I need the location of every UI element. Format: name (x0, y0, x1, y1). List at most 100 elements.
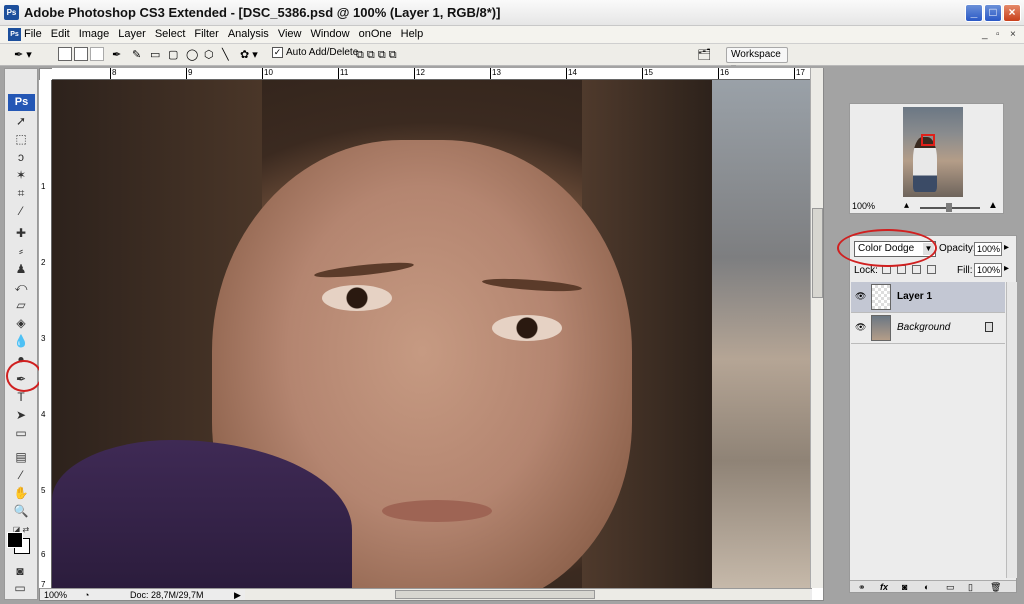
menu-image[interactable]: Image (79, 28, 110, 40)
blend-mode-highlight-circle (837, 229, 937, 267)
history-brush-icon[interactable]: ⤺ (11, 279, 31, 296)
status-menu-arrow-icon[interactable]: ▶ (234, 589, 241, 601)
rectangle-shape-icon[interactable]: ▭ (150, 47, 160, 63)
trash-icon[interactable]: 🗑 (990, 581, 1001, 593)
healing-icon[interactable]: ✚ (11, 225, 31, 242)
maximize-button[interactable]: □ (984, 4, 1002, 22)
menu-analysis[interactable]: Analysis (228, 28, 269, 40)
shape-icon[interactable]: ▭ (11, 425, 31, 442)
menu-layer[interactable]: Layer (118, 28, 146, 40)
ruler-tick: 10 (262, 68, 273, 79)
marquee-icon[interactable]: ⬚ (11, 131, 31, 148)
doc-restore-icon[interactable]: ▫ (996, 29, 1000, 40)
menu-select[interactable]: Select (155, 28, 186, 40)
eyedropper-icon[interactable]: ⁄ (11, 467, 31, 484)
status-doc-size: Doc: 28,7M/29,7M (130, 590, 204, 600)
opacity-field[interactable]: 100% (974, 242, 1002, 256)
eraser-icon[interactable]: ▱ (11, 297, 31, 314)
menu-onone[interactable]: onOne (359, 28, 392, 40)
fill-arrow-icon[interactable]: ▸ (1004, 263, 1009, 274)
workspace-dropdown[interactable]: Workspace ▾ (726, 47, 788, 74)
rounded-rectangle-icon[interactable]: ▢ (168, 47, 178, 63)
doc-close-icon[interactable]: × (1010, 29, 1016, 40)
line-icon[interactable]: ╲ (222, 47, 229, 63)
zoom-icon[interactable]: 🔍 (11, 503, 31, 520)
image-canvas[interactable] (52, 80, 810, 588)
status-zoom[interactable]: 100% (44, 589, 67, 601)
vertical-scroll-thumb[interactable] (812, 208, 823, 298)
polygon-icon[interactable]: ⬡ (204, 47, 214, 63)
navigator-thumbnail[interactable] (903, 107, 963, 197)
link-layers-icon[interactable]: ⚭ (858, 581, 866, 593)
minimize-button[interactable]: _ (965, 4, 983, 22)
path-combine-icon[interactable]: ⧉ ⧉ ⧉ ⧉ (356, 47, 397, 63)
status-icon[interactable]: ◔ (84, 589, 89, 601)
menu-filter[interactable]: Filter (194, 28, 218, 40)
quick-mask-icon[interactable]: ◙ (10, 563, 30, 580)
lock-all-icon[interactable] (927, 265, 936, 274)
move-icon[interactable]: ➚ (11, 113, 31, 130)
vertical-scrollbar[interactable] (810, 68, 823, 588)
menu-edit[interactable]: Edit (51, 28, 70, 40)
document-icon[interactable]: Ps (8, 28, 21, 41)
doc-minimize-icon[interactable]: _ (982, 29, 988, 40)
ruler-tick: 15 (642, 68, 653, 79)
visibility-eye-icon[interactable]: 👁 (855, 323, 866, 332)
ruler-tick: 8 (109, 68, 117, 79)
layers-scrollbar[interactable] (1006, 282, 1017, 578)
freeform-pen-icon[interactable]: ✎ (132, 47, 141, 63)
pen-option-icon[interactable]: ✒ (112, 47, 121, 63)
foreground-color-swatch[interactable] (7, 532, 23, 548)
horizontal-scrollbar[interactable] (245, 589, 810, 600)
blur-icon[interactable]: 💧 (11, 333, 31, 350)
menu-file[interactable]: File (24, 28, 42, 40)
fill-pixels-icon[interactable] (90, 47, 104, 63)
bucket-icon[interactable]: ◈ (11, 315, 31, 332)
custom-shape-icon[interactable]: ✿ ▾ (240, 47, 258, 63)
ellipse-icon[interactable]: ◯ (186, 47, 198, 63)
crop-icon[interactable]: ⌗ (11, 185, 31, 202)
menu-help[interactable]: Help (401, 28, 424, 40)
auto-add-delete[interactable]: ✓ Auto Add/Delete (272, 47, 358, 58)
shape-layers-icon[interactable] (58, 47, 72, 63)
path-select-icon[interactable]: ➤ (11, 407, 31, 424)
new-layer-icon[interactable]: ▯ (968, 581, 973, 593)
tools-palette: Ps ➚ ⬚ ↄ ✶ ⌗ ⁄ ✚ ⸗ ♟ ⤺ ▱ ◈ 💧 ● ✒ T ➤ ▭ ▤… (4, 68, 38, 600)
menu-window[interactable]: Window (310, 28, 349, 40)
fill-field[interactable]: 100% (974, 263, 1002, 277)
adjustment-layer-icon[interactable]: ◐ (924, 581, 929, 593)
menu-view[interactable]: View (278, 28, 302, 40)
layer-row-background[interactable]: 👁 Background (851, 313, 1005, 344)
magic-wand-icon[interactable]: ✶ (11, 167, 31, 184)
layer-style-fx-icon[interactable]: fx (880, 581, 888, 593)
tool-preset-pen-icon[interactable]: ✒ ▾ (14, 47, 32, 63)
layer-name: Background (897, 322, 951, 333)
layer-row-layer-1[interactable]: 👁 Layer 1 (851, 282, 1005, 313)
stamp-icon[interactable]: ♟ (11, 261, 31, 278)
screen-mode-icon[interactable]: ▭ (10, 580, 30, 597)
close-button[interactable]: × (1003, 4, 1021, 22)
add-mask-icon[interactable]: ◙ (902, 581, 907, 593)
paths-icon[interactable] (74, 47, 88, 63)
lasso-icon[interactable]: ↄ (11, 149, 31, 166)
auto-add-checkbox[interactable]: ✓ (272, 47, 283, 58)
navigator-zoom[interactable]: 100% (852, 201, 894, 212)
ruler-tick: 11 (337, 68, 349, 79)
visibility-eye-icon[interactable]: 👁 (855, 292, 866, 301)
new-group-icon[interactable]: ▭ (946, 581, 955, 593)
notes-icon[interactable]: ▤ (11, 449, 31, 466)
zoom-out-icon[interactable]: ▴ (904, 200, 909, 211)
lock-position-icon[interactable] (912, 265, 921, 274)
brush-icon[interactable]: ⸗ (11, 243, 31, 260)
slider-knob[interactable] (946, 203, 952, 212)
navigator-view-box[interactable] (921, 134, 935, 146)
slice-icon[interactable]: ⁄ (11, 203, 31, 220)
navigator-zoom-slider[interactable] (920, 203, 980, 212)
dock-palette-icon[interactable]: 🗂 (697, 47, 711, 63)
opacity-arrow-icon[interactable]: ▸ (1004, 242, 1009, 253)
horizontal-scroll-thumb[interactable] (395, 590, 595, 599)
hand-icon[interactable]: ✋ (11, 485, 31, 502)
horizontal-ruler: 8 9 10 11 12 13 14 15 16 17 (52, 68, 812, 80)
zoom-in-icon[interactable]: ▲ (988, 200, 998, 211)
workspace-label: Workspace (731, 49, 781, 60)
